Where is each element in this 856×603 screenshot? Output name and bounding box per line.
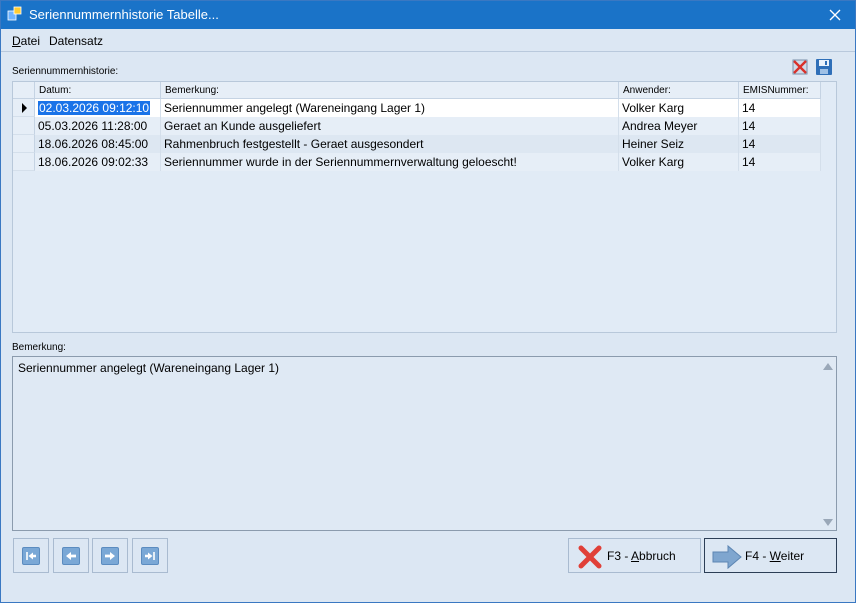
cell-datum[interactable]: 18.06.2026 08:45:00 <box>35 135 161 153</box>
cancel-label-accel: A <box>631 549 640 563</box>
cell-emisnummer[interactable]: 14 <box>739 153 821 171</box>
history-label: Seriennummernhistorie: <box>12 66 119 77</box>
cell-bemerkung[interactable]: Geraet an Kunde ausgeliefert <box>161 117 619 135</box>
next-label-accel: W <box>769 549 781 563</box>
cell-datum[interactable]: 05.03.2026 11:28:00 <box>35 117 161 135</box>
cell-datum[interactable]: 02.03.2026 09:12:10 <box>35 99 161 117</box>
table-row[interactable]: 18.06.2026 09:02:33 Seriennummer wurde i… <box>13 153 821 171</box>
menu-bar: Datei Datensatz <box>1 29 855 52</box>
header-anwender[interactable]: Anwender: <box>619 82 739 99</box>
menu-datei-label: atei <box>20 34 41 48</box>
scroll-up-icon[interactable] <box>823 363 833 370</box>
header-bemerkung[interactable]: Bemerkung: <box>161 82 619 99</box>
table-header: Datum: Bemerkung: Anwender: EMISNummer: <box>13 82 821 99</box>
cancel-label-rest: bbruch <box>639 549 676 563</box>
cell-anwender[interactable]: Heiner Seiz <box>619 135 739 153</box>
remark-scrollbar[interactable] <box>820 357 836 530</box>
first-record-icon <box>22 546 40 565</box>
table-row[interactable]: 05.03.2026 11:28:00 Geraet an Kunde ausg… <box>13 117 821 135</box>
next-label-rest: eiter <box>780 549 805 563</box>
row-selector[interactable] <box>13 117 35 135</box>
next-label-prefix: F4 - <box>745 549 770 563</box>
row-selector[interactable] <box>13 135 35 153</box>
app-icon <box>7 6 22 21</box>
table-row[interactable]: 18.06.2026 08:45:00 Rahmenbruch festgest… <box>13 135 821 153</box>
first-record-button[interactable] <box>13 538 49 573</box>
next-button-label: F4 - Weiter <box>745 549 804 563</box>
close-button[interactable] <box>815 1 855 29</box>
cancel-button-label: F3 - Abbruch <box>607 549 676 563</box>
row-selector[interactable] <box>13 99 35 117</box>
arrow-left-icon <box>62 546 80 565</box>
header-datum[interactable]: Datum: <box>35 82 161 99</box>
header-emisnummer[interactable]: EMISNummer: <box>739 82 821 99</box>
cell-bemerkung[interactable]: Seriennummer wurde in der Seriennummernv… <box>161 153 619 171</box>
cell-bemerkung[interactable]: Seriennummer angelegt (Wareneingang Lage… <box>161 99 619 117</box>
window-title: Seriennummernhistorie Tabelle... <box>29 7 219 22</box>
table-row[interactable]: 02.03.2026 09:12:10 Seriennummer angeleg… <box>13 99 821 117</box>
cell-bemerkung[interactable]: Rahmenbruch festgestellt - Geraet ausges… <box>161 135 619 153</box>
row-selector[interactable] <box>13 153 35 171</box>
remark-textarea[interactable]: Seriennummer angelegt (Wareneingang Lage… <box>12 356 837 531</box>
close-icon <box>829 9 841 21</box>
last-record-button[interactable] <box>132 538 168 573</box>
cancel-button[interactable]: F3 - Abbruch <box>568 538 701 573</box>
menu-datei[interactable]: Datei <box>12 34 40 48</box>
title-bar: Seriennummernhistorie Tabelle... <box>1 1 855 29</box>
next-record-button[interactable] <box>92 538 128 573</box>
cell-emisnummer[interactable]: 14 <box>739 99 821 117</box>
delete-record-icon[interactable] <box>791 58 809 76</box>
cell-emisnummer[interactable]: 14 <box>739 135 821 153</box>
menu-datei-accel: D <box>12 34 21 48</box>
history-table: Datum: Bemerkung: Anwender: EMISNummer: … <box>12 81 837 333</box>
remark-text: Seriennummer angelegt (Wareneingang Lage… <box>18 361 280 375</box>
cell-anwender[interactable]: Andrea Meyer <box>619 117 739 135</box>
next-button[interactable]: F4 - Weiter <box>704 538 837 573</box>
cell-emisnummer[interactable]: 14 <box>739 117 821 135</box>
next-arrow-icon <box>712 544 742 570</box>
arrow-right-icon <box>101 546 119 565</box>
cancel-label-prefix: F3 - <box>607 549 632 563</box>
header-selector <box>13 82 35 99</box>
current-row-arrow-icon <box>22 103 27 113</box>
previous-record-button[interactable] <box>53 538 89 573</box>
scroll-down-icon[interactable] <box>823 519 833 526</box>
cell-datum-text: 02.03.2026 09:12:10 <box>38 101 151 115</box>
menu-datensatz[interactable]: Datensatz <box>49 34 103 48</box>
app-window: Seriennummernhistorie Tabelle... Datei D… <box>0 0 856 603</box>
cancel-x-icon <box>578 545 602 569</box>
last-record-icon <box>141 546 159 565</box>
remark-label: Bemerkung: <box>12 342 66 353</box>
cell-anwender[interactable]: Volker Karg <box>619 153 739 171</box>
save-icon[interactable] <box>815 58 833 76</box>
cell-anwender[interactable]: Volker Karg <box>619 99 739 117</box>
cell-datum[interactable]: 18.06.2026 09:02:33 <box>35 153 161 171</box>
